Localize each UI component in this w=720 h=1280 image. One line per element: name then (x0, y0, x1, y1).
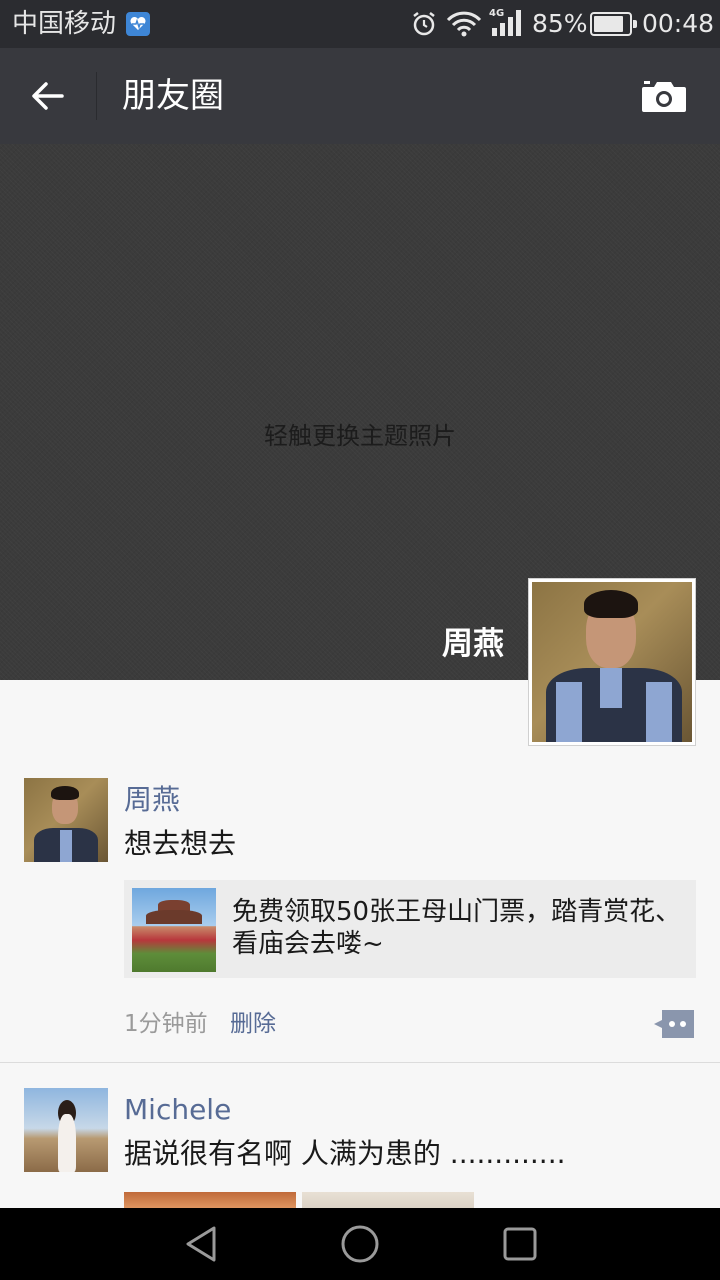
link-thumbnail (132, 888, 216, 972)
status-bar: 中国移动 4G 85% 00:48 (0, 0, 720, 48)
back-arrow-icon[interactable] (28, 78, 68, 114)
post-avatar[interactable] (24, 778, 108, 862)
app-bar: 朋友圈 (0, 48, 720, 144)
alarm-icon (410, 10, 438, 42)
clock: 00:48 (642, 9, 715, 38)
comment-icon[interactable] (652, 1008, 696, 1040)
profile-name: 周燕 (442, 626, 504, 662)
post-text: 想去想去 (124, 827, 237, 860)
moments-feed: 周燕 想去想去 免费领取50张王母山门票，踏青赏花、看庙会去喽~ 1分钟前 删除… (0, 680, 720, 1208)
post-author[interactable]: Michele (124, 1092, 231, 1128)
signal-icon: 4G (488, 6, 524, 44)
nav-home-icon[interactable] (340, 1224, 380, 1268)
link-title: 免费领取50张王母山门票，踏青赏花、看庙会去喽~ (232, 897, 682, 959)
health-icon (126, 12, 150, 36)
nav-recent-icon[interactable] (502, 1226, 538, 1266)
battery-icon (590, 12, 637, 36)
cover-hint: 轻触更换主题照片 (264, 422, 456, 450)
profile-avatar[interactable] (528, 578, 696, 746)
post-photo[interactable] (124, 1192, 296, 1208)
battery-fill (594, 16, 623, 32)
system-nav-bar (0, 1208, 720, 1280)
nav-back-icon[interactable] (182, 1224, 220, 1268)
shared-link-card[interactable]: 免费领取50张王母山门票，踏青赏花、看庙会去喽~ (124, 880, 696, 978)
post-divider (0, 1062, 720, 1063)
post-avatar[interactable] (24, 1088, 108, 1172)
battery-percent: 85% (532, 9, 588, 38)
network-type: 4G (489, 8, 504, 19)
post-text: 据说很有名啊 人满为患的 ............. (124, 1137, 566, 1170)
wifi-icon (446, 10, 482, 42)
post-time: 1分钟前 (124, 1011, 208, 1037)
post-author[interactable]: 周燕 (124, 782, 180, 818)
camera-icon[interactable] (640, 78, 688, 114)
page-title: 朋友圈 (122, 76, 224, 116)
carrier-name: 中国移动 (12, 9, 117, 39)
delete-link[interactable]: 删除 (230, 1004, 276, 1038)
post-photo[interactable] (302, 1192, 474, 1208)
app-bar-divider (96, 72, 97, 120)
